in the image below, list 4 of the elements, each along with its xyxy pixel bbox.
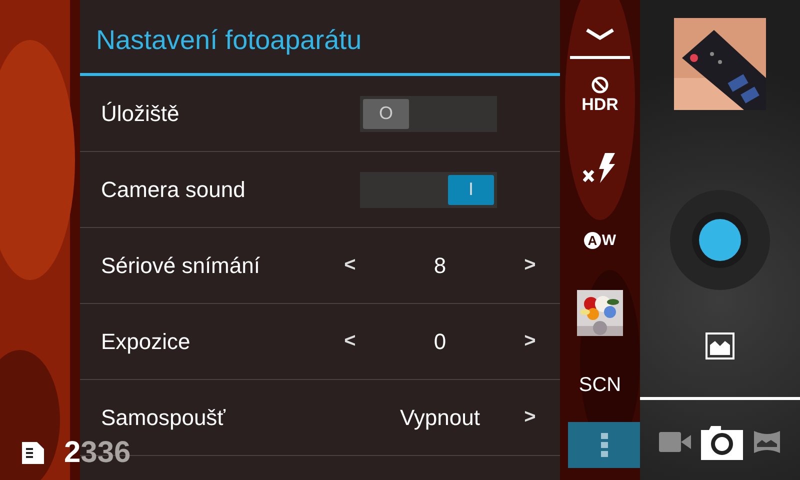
video-camera-icon[interactable] <box>659 432 691 452</box>
camera-icon[interactable] <box>699 424 745 460</box>
gallery-icon[interactable] <box>705 332 735 360</box>
panorama-icon[interactable] <box>753 430 781 454</box>
